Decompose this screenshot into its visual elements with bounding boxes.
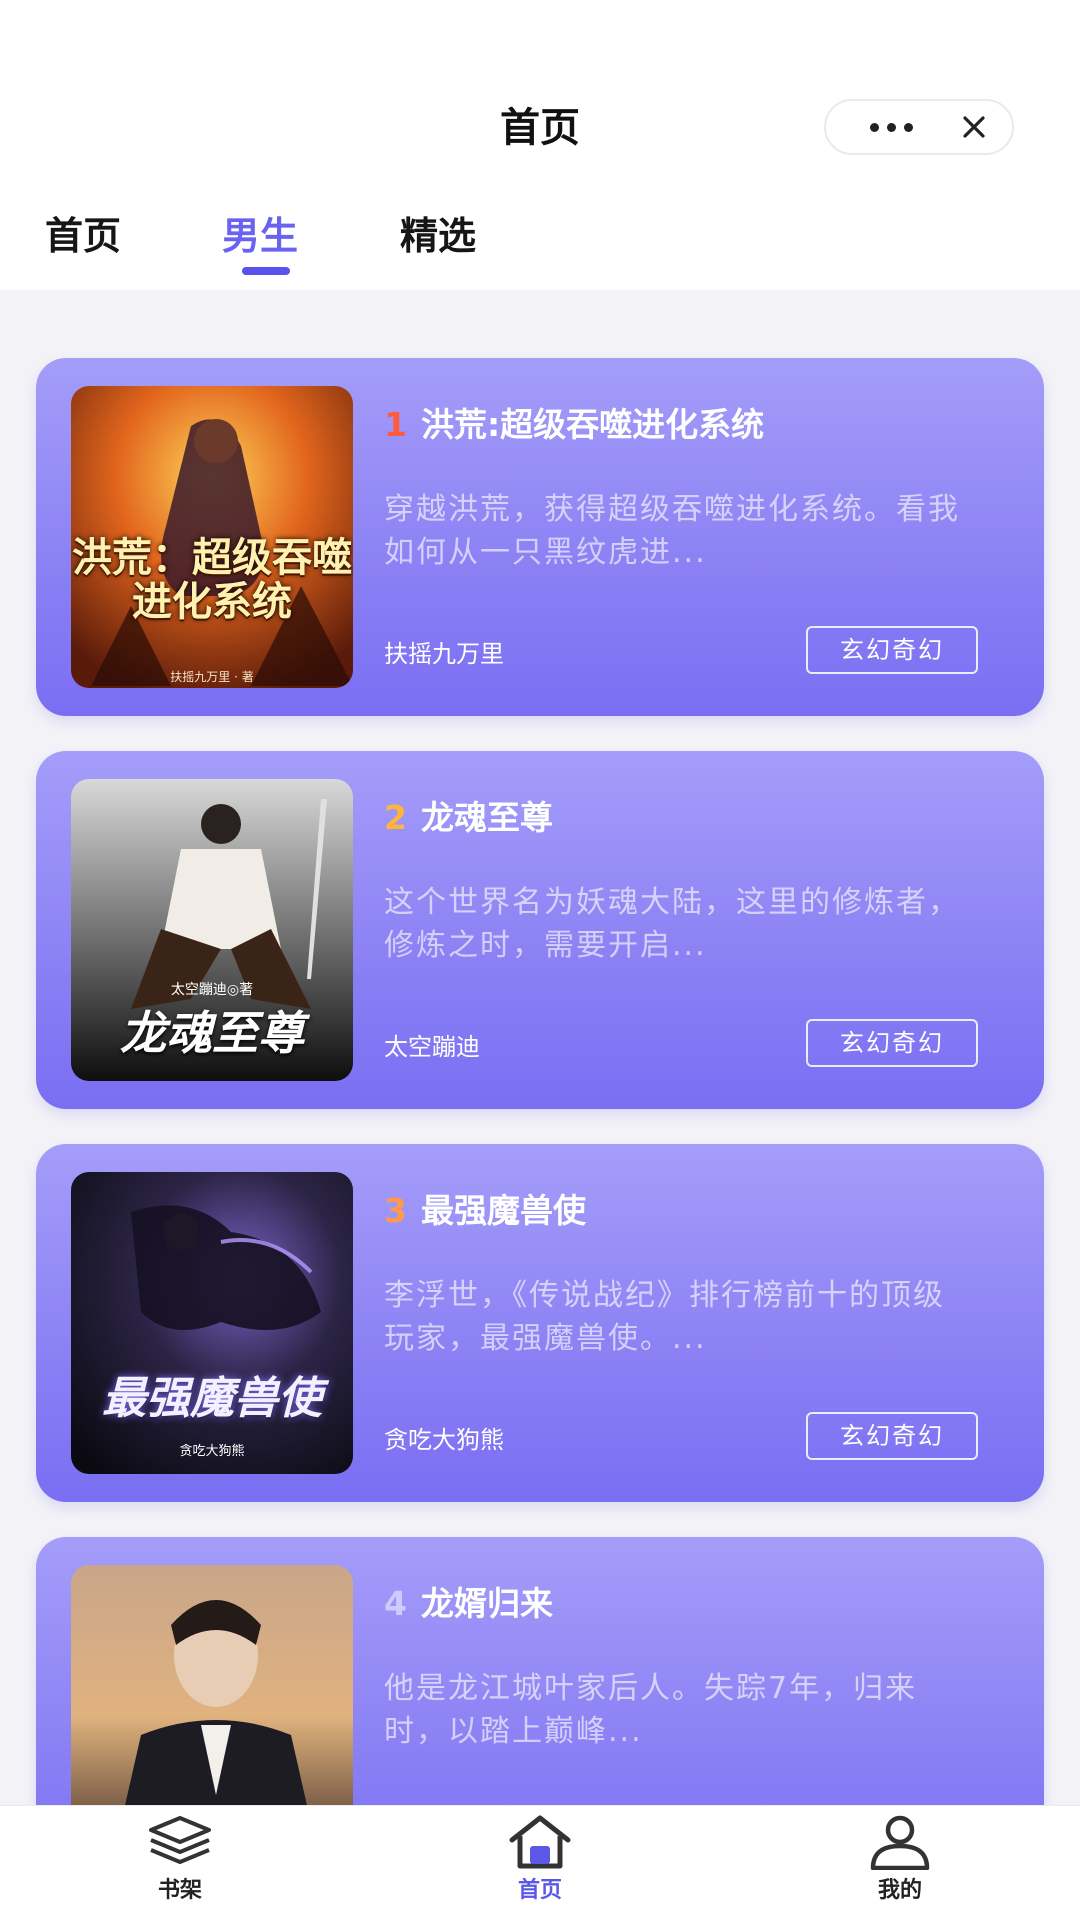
- more-dots-icon[interactable]: [856, 101, 926, 153]
- cover-title: 龙魂至尊: [120, 1006, 304, 1060]
- genre-tag[interactable]: 玄幻奇幻: [806, 1412, 978, 1460]
- book-title-text: 洪荒:超级吞噬进化系统: [420, 405, 765, 444]
- bottom-nav: 书架 首页 我的: [0, 1805, 1080, 1920]
- book-title: 4 龙婿归来: [384, 1577, 1024, 1625]
- cover-author: 扶摇九万里 · 著: [170, 670, 254, 684]
- book-card[interactable]: 洪荒：超级吞噬进化系统 扶摇九万里 · 著 1 洪荒:超级吞噬进化系统 穿越洪荒，…: [36, 358, 1044, 716]
- rank-number: 1: [384, 405, 407, 444]
- home-icon: [509, 1815, 571, 1869]
- book-title: 3 最强魔兽使: [384, 1184, 1024, 1232]
- category-tabs: 首页 男生 精选: [0, 205, 1080, 285]
- page: 首页 首页 男生 精选 洪荒：超级吞噬进化系统 扶摇九万里 · 著 1 洪荒:超…: [0, 0, 1080, 1920]
- cover-title: 龙婿归来: [71, 1793, 353, 1805]
- book-description: 这个世界名为妖魂大陆，这里的修炼者，修炼之时，需要开启...: [384, 885, 960, 963]
- book-description: 穿越洪荒，获得超级吞噬进化系统。看我如何从一只黑纹虎进...: [384, 492, 960, 570]
- nav-label: 首页: [517, 1878, 562, 1903]
- cover-title: 洪荒：超级吞噬进化系统: [72, 535, 352, 625]
- user-icon: [870, 1815, 930, 1870]
- tab-home[interactable]: 首页: [45, 205, 121, 260]
- nav-label: 书架: [157, 1878, 202, 1903]
- book-title-text: 龙魂至尊: [420, 798, 553, 837]
- tab-featured[interactable]: 精选: [400, 205, 476, 260]
- tab-male[interactable]: 男生: [222, 205, 298, 260]
- book-cover: 龙魂至尊 太空蹦迪◎著: [71, 779, 353, 1081]
- book-title: 1 洪荒:超级吞噬进化系统: [384, 398, 1024, 446]
- book-description: 李浮世，《传说战纪》排行榜前十的顶级玩家，最强魔兽使。...: [384, 1278, 945, 1356]
- book-card[interactable]: 龙婿归来 4 龙婿归来 他是龙江城叶家后人。失踪7年，归来时，以踏上巅峰...: [36, 1537, 1044, 1805]
- rank-number: 2: [384, 798, 407, 837]
- close-icon[interactable]: [944, 101, 1004, 153]
- mini-program-capsule: [824, 99, 1014, 155]
- rank-number: 3: [384, 1191, 407, 1230]
- cover-title: 最强魔兽使: [102, 1373, 322, 1424]
- cover-author: 太空蹦迪◎著: [170, 982, 254, 998]
- book-author: 太空蹦迪: [384, 1033, 480, 1061]
- cover-author: 贪吃大狗熊: [179, 1444, 245, 1459]
- bookshelf-layers-icon: [149, 1816, 211, 1864]
- book-list: 洪荒：超级吞噬进化系统 扶摇九万里 · 著 1 洪荒:超级吞噬进化系统 穿越洪荒，…: [0, 290, 1080, 1805]
- active-tab-indicator: [242, 267, 290, 275]
- book-title-text: 最强魔兽使: [420, 1191, 586, 1230]
- book-card[interactable]: 最强魔兽使 贪吃大狗熊 3 最强魔兽使 李浮世，《传说战纪》排行榜前十的顶级玩家，…: [36, 1144, 1044, 1502]
- book-author: 扶摇九万里: [384, 640, 504, 668]
- book-title: 2 龙魂至尊: [384, 791, 1024, 839]
- header: 首页 首页 男生 精选: [0, 0, 1080, 290]
- rank-number: 4: [384, 1584, 407, 1623]
- genre-tag[interactable]: 玄幻奇幻: [806, 626, 978, 674]
- book-card[interactable]: 龙魂至尊 太空蹦迪◎著 2 龙魂至尊 这个世界名为妖魂大陆，这里的修炼者，修炼之时…: [36, 751, 1044, 1109]
- nav-home[interactable]: 首页: [460, 1814, 620, 1914]
- book-cover: 洪荒：超级吞噬进化系统 扶摇九万里 · 著: [71, 386, 353, 688]
- nav-mine[interactable]: 我的: [820, 1814, 980, 1914]
- book-cover: 龙婿归来: [71, 1565, 353, 1805]
- nav-bookshelf[interactable]: 书架: [100, 1814, 260, 1914]
- book-title-text: 龙婿归来: [420, 1584, 553, 1623]
- book-description: 他是龙江城叶家后人。失踪7年，归来时，以踏上巅峰...: [384, 1671, 918, 1749]
- genre-tag[interactable]: 玄幻奇幻: [806, 1019, 978, 1067]
- book-author: 贪吃大狗熊: [384, 1426, 504, 1454]
- nav-label: 我的: [877, 1878, 922, 1903]
- book-cover: 最强魔兽使 贪吃大狗熊: [71, 1172, 353, 1474]
